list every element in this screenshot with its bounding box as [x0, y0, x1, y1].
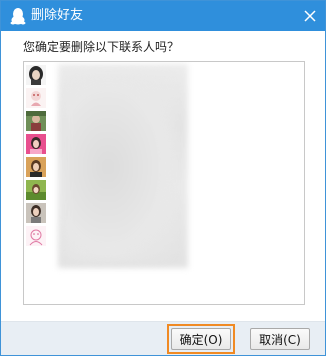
avatar: [26, 226, 46, 246]
dialog-footer: 确定(O) 取消(C): [1, 321, 325, 355]
blurred-names-shade: [64, 72, 174, 262]
avatar: [26, 88, 46, 108]
avatar: [26, 203, 46, 223]
title-bar[interactable]: 删除好友: [1, 1, 325, 31]
contact-list[interactable]: [23, 61, 305, 305]
avatar: [26, 111, 46, 131]
qq-penguin-icon: [10, 7, 26, 25]
confirm-prompt: 您确定要删除以下联系人吗？: [23, 40, 180, 54]
close-button[interactable]: [297, 3, 323, 29]
ok-button[interactable]: 确定(O): [171, 328, 231, 350]
avatar: [26, 157, 46, 177]
cancel-button[interactable]: 取消(C): [250, 328, 310, 350]
avatar: [26, 134, 46, 154]
avatar: [26, 65, 46, 85]
window-title: 删除好友: [31, 8, 84, 23]
delete-friend-dialog: 删除好友 您确定要删除以下联系人吗？ 确定(O) 取消(C): [0, 0, 326, 356]
dialog-content: 您确定要删除以下联系人吗？: [1, 31, 325, 321]
close-icon: [304, 10, 316, 22]
avatar: [26, 180, 46, 200]
